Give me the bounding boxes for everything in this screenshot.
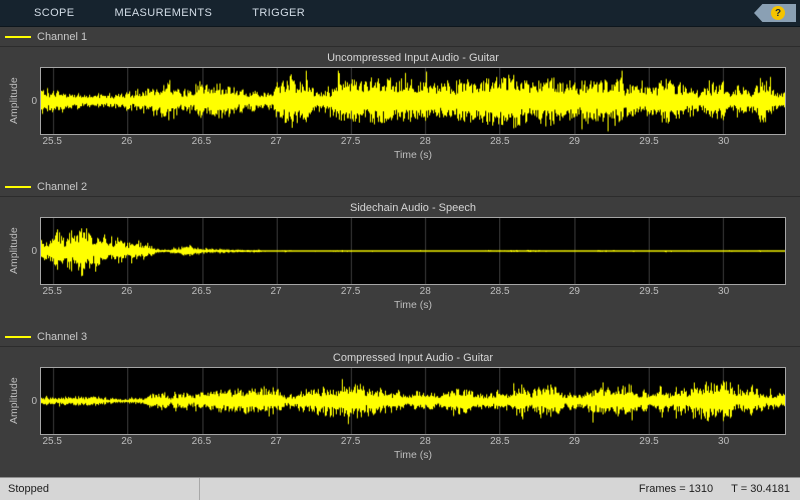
- channel-1-label: Channel 1: [37, 30, 88, 43]
- channel-3-ytick-0: 0: [31, 395, 37, 407]
- channel-3-section: Channel 3 Compressed Input Audio - Guita…: [0, 327, 800, 477]
- x-tick-label: 28.5: [490, 286, 510, 297]
- x-tick-label: 25.5: [42, 436, 62, 447]
- x-tick-label: 29.5: [639, 286, 659, 297]
- channel-3-xticks: 25.5 26 26.5 27 27.5 28 28.5 29 29.5 30: [40, 435, 786, 448]
- channel-1-legend[interactable]: Channel 1: [0, 27, 800, 47]
- x-tick-label: 29.5: [639, 436, 659, 447]
- help-button[interactable]: ?: [754, 4, 796, 22]
- x-tick-label: 26.5: [191, 436, 212, 447]
- channel-3-waveform-canvas: [41, 368, 785, 434]
- x-tick-label: 26: [121, 436, 133, 447]
- channel-2-ytick-0: 0: [31, 245, 37, 257]
- channel-2-waveform-canvas: [41, 218, 785, 284]
- scope-display-area: Channel 1 Uncompressed Input Audio - Gui…: [0, 27, 800, 477]
- channel-3-xlabel: Time (s): [393, 449, 433, 461]
- channel-2-plot: Sidechain Audio - Speech Amplitude 0 25.…: [0, 197, 800, 327]
- x-tick-label: 30: [718, 136, 730, 147]
- x-tick-label: 27.5: [340, 136, 361, 147]
- channel-2-ylabel: Amplitude: [8, 227, 20, 275]
- channel-1-waveform-canvas: [41, 68, 785, 134]
- channel-1-line-swatch: [5, 35, 31, 38]
- channel-2-xlabel: Time (s): [393, 299, 433, 311]
- x-tick-label: 28: [419, 436, 431, 447]
- channel-1-axes[interactable]: [40, 67, 786, 135]
- channel-3-line-swatch: [5, 335, 31, 338]
- help-icon: ?: [771, 6, 785, 20]
- channel-1-plot: Uncompressed Input Audio - Guitar Amplit…: [0, 47, 800, 177]
- x-tick-label: 29.5: [639, 136, 659, 147]
- channel-3-label: Channel 3: [37, 330, 88, 343]
- channel-3-legend[interactable]: Channel 3: [0, 327, 800, 347]
- x-tick-label: 28: [419, 136, 431, 147]
- x-tick-label: 29: [568, 136, 580, 147]
- x-tick-label: 28: [419, 286, 431, 297]
- channel-2-title: Sidechain Audio - Speech: [350, 202, 476, 214]
- x-tick-label: 26: [121, 136, 133, 147]
- channel-3-ylabel: Amplitude: [8, 377, 20, 425]
- channel-2-xticks: 25.5 26 26.5 27 27.5 28 28.5 29 29.5 30: [40, 285, 786, 298]
- status-time: T = 30.4181: [731, 483, 790, 495]
- channel-1-section: Channel 1 Uncompressed Input Audio - Gui…: [0, 27, 800, 177]
- status-bar: Stopped Frames = 1310 T = 30.4181: [0, 477, 800, 500]
- x-tick-label: 26: [121, 286, 133, 297]
- x-tick-label: 29: [568, 286, 580, 297]
- x-tick-label: 25.5: [42, 136, 62, 147]
- status-counters: Frames = 1310 T = 30.4181: [639, 483, 800, 495]
- x-tick-label: 27: [270, 436, 282, 447]
- channel-3-axes[interactable]: [40, 367, 786, 435]
- channel-1-xticks: 25.5 26 26.5 27 27.5 28 28.5 29 29.5 30: [40, 135, 786, 148]
- channel-1-title: Uncompressed Input Audio - Guitar: [327, 52, 499, 64]
- channel-2-label: Channel 2: [37, 180, 88, 193]
- channel-2-axes[interactable]: [40, 217, 786, 285]
- x-tick-label: 27: [270, 136, 282, 147]
- tab-scope[interactable]: SCOPE: [34, 0, 75, 26]
- x-tick-label: 26.5: [191, 286, 212, 297]
- x-tick-label: 27: [270, 286, 282, 297]
- tab-measurements[interactable]: MEASUREMENTS: [115, 0, 213, 26]
- x-tick-label: 27.5: [340, 286, 361, 297]
- x-tick-label: 27.5: [340, 436, 361, 447]
- channel-2-line-swatch: [5, 185, 31, 188]
- status-frames: Frames = 1310: [638, 483, 714, 495]
- channel-2-section: Channel 2 Sidechain Audio - Speech Ampli…: [0, 177, 800, 327]
- channel-3-plot: Compressed Input Audio - Guitar Amplitud…: [0, 347, 800, 477]
- x-tick-label: 25.5: [42, 286, 62, 297]
- channel-1-ytick-0: 0: [31, 95, 37, 107]
- toolbar-tabs: SCOPE MEASUREMENTS TRIGGER: [34, 0, 305, 26]
- toolbar: SCOPE MEASUREMENTS TRIGGER ?: [0, 0, 800, 27]
- channel-2-legend[interactable]: Channel 2: [0, 177, 800, 197]
- x-tick-label: 28.5: [490, 136, 510, 147]
- channel-3-title: Compressed Input Audio - Guitar: [332, 352, 494, 364]
- status-state: Stopped: [0, 478, 200, 500]
- channel-1-ylabel: Amplitude: [8, 77, 20, 125]
- x-tick-label: 28.5: [490, 436, 510, 447]
- x-tick-label: 30: [718, 436, 730, 447]
- x-tick-label: 29: [568, 436, 580, 447]
- tab-trigger[interactable]: TRIGGER: [252, 0, 305, 26]
- x-tick-label: 26.5: [191, 136, 212, 147]
- channel-1-xlabel: Time (s): [393, 149, 433, 161]
- x-tick-label: 30: [718, 286, 730, 297]
